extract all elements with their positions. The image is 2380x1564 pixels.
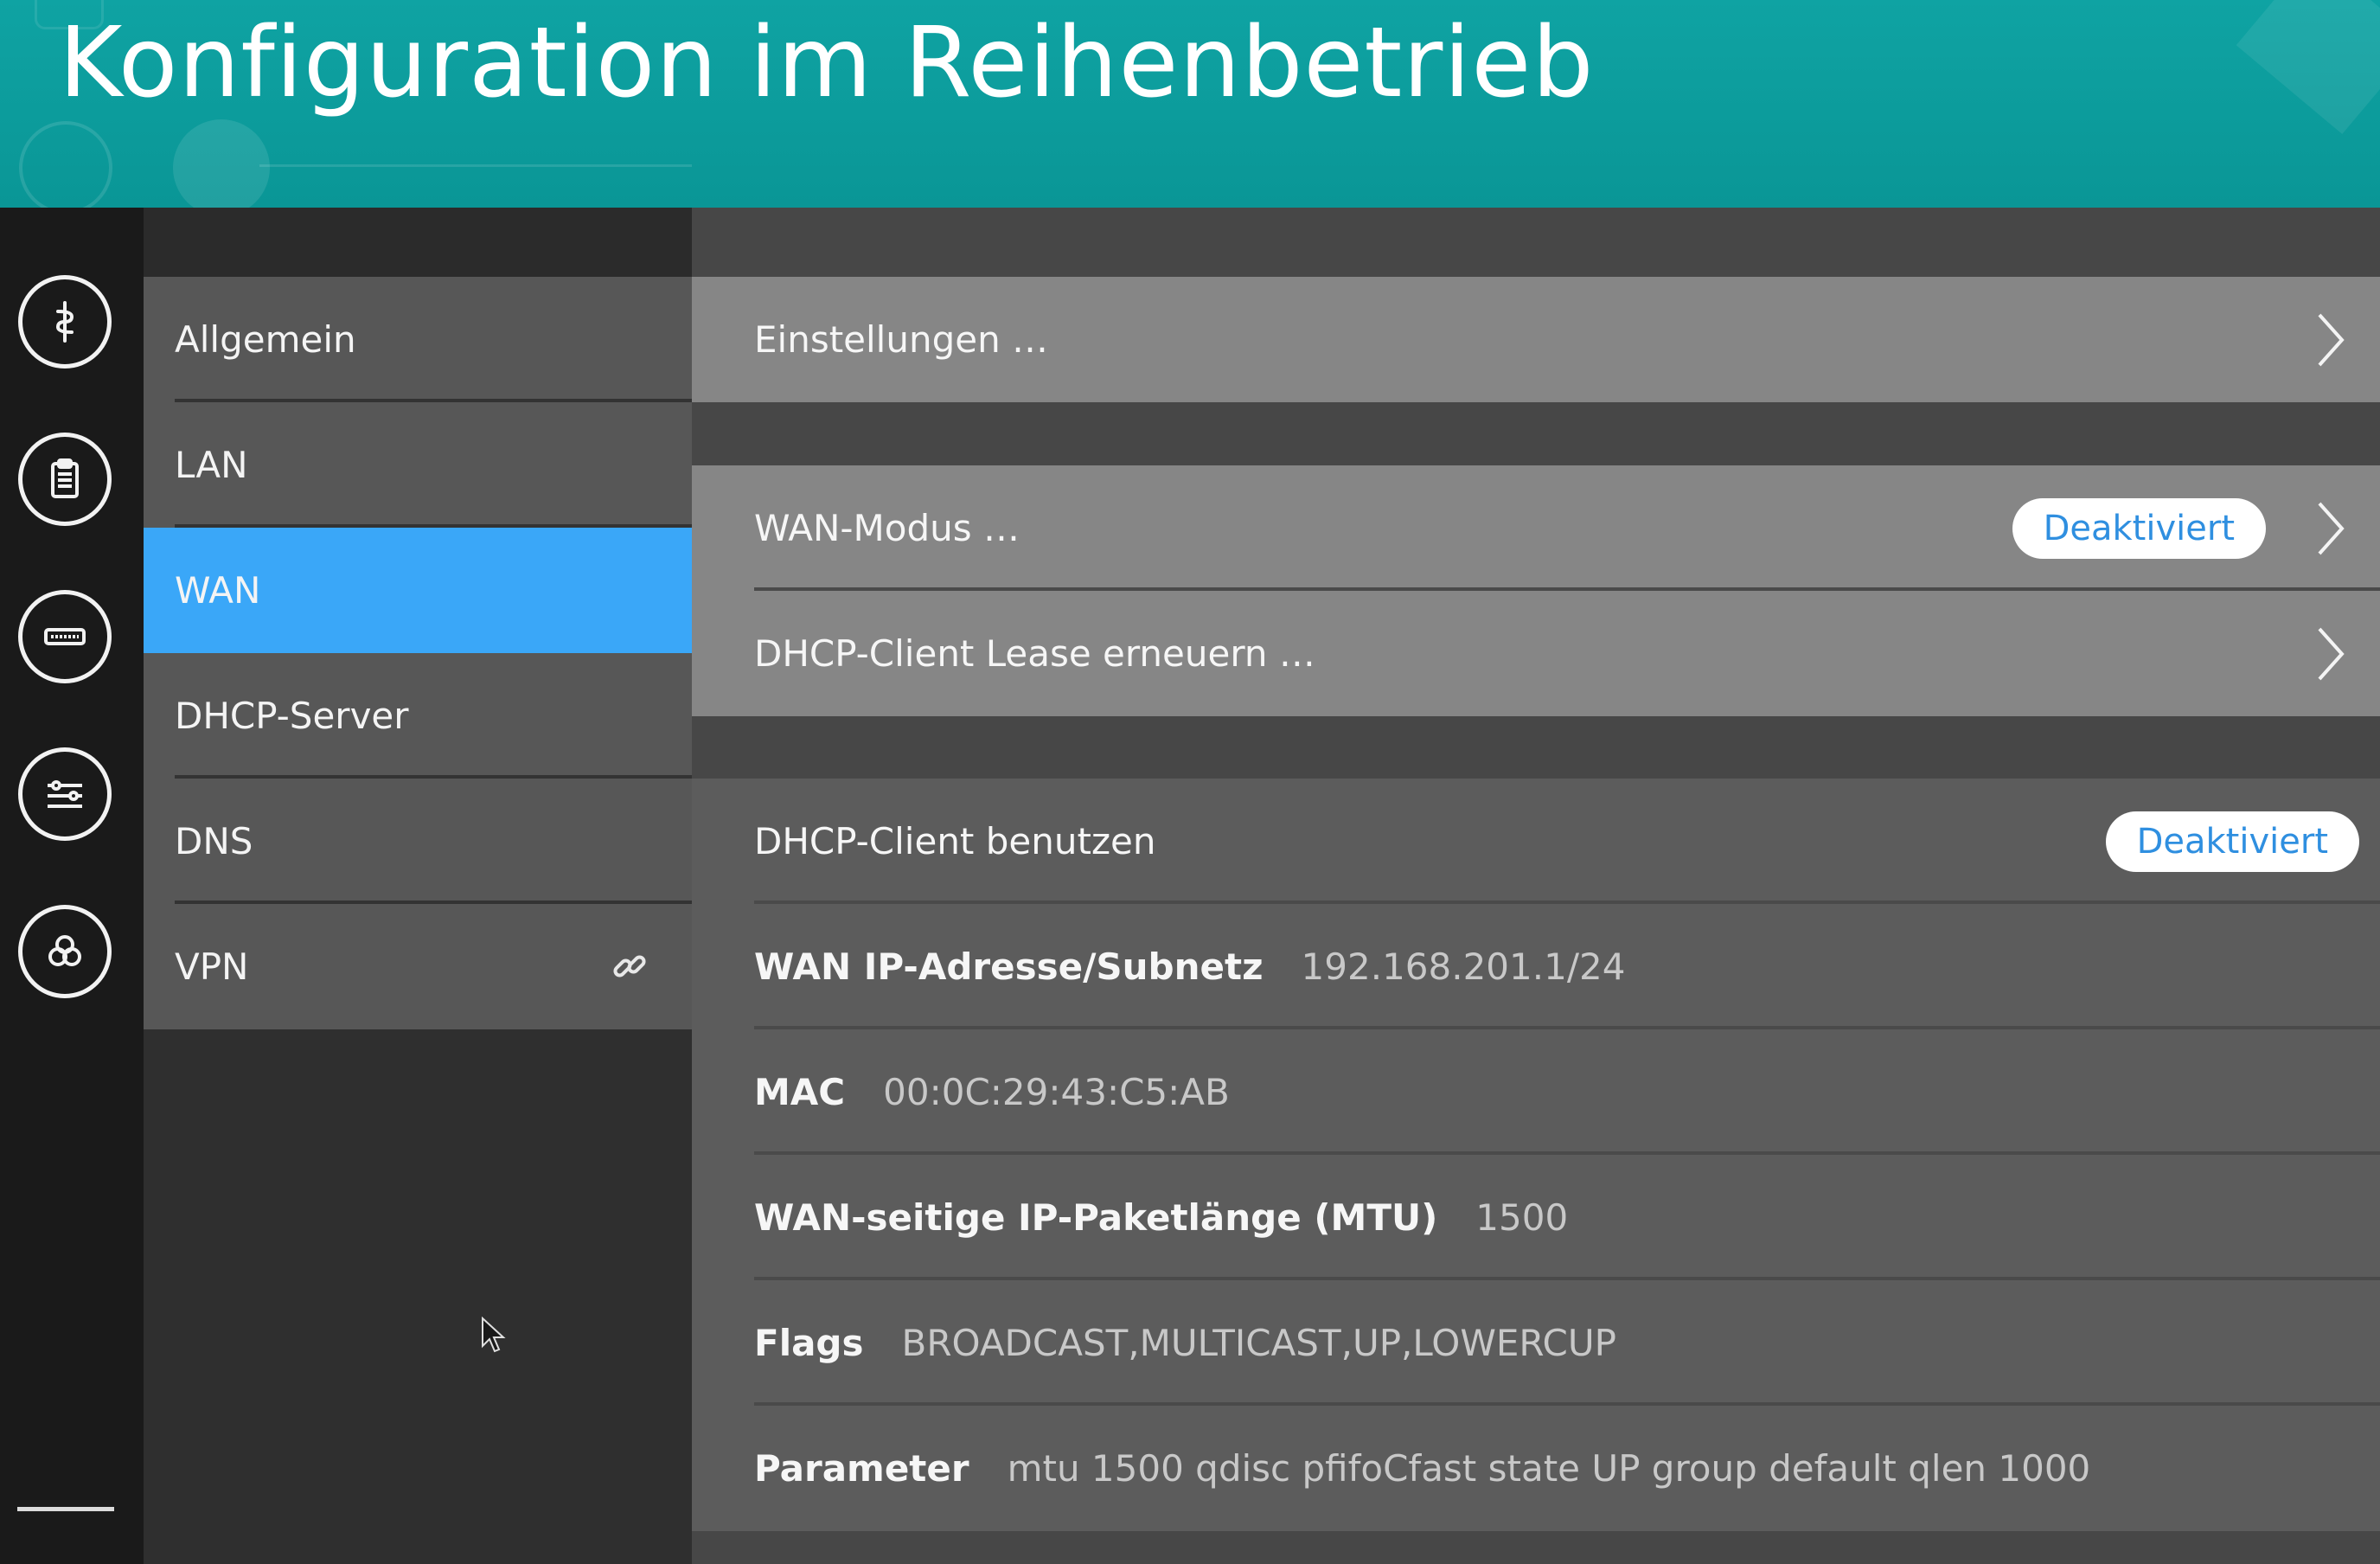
nav-item-label: Allgemein bbox=[175, 318, 356, 361]
title-banner: Konfiguration im Reihenbetrieb bbox=[0, 0, 2380, 208]
banner-title: Konfiguration im Reihenbetrieb bbox=[59, 7, 1595, 119]
nav-list: Allgemein LAN WAN DHCP-Server DNS VPN bbox=[144, 277, 692, 1029]
chevron-right-icon bbox=[2318, 313, 2345, 366]
nav-item-label: WAN bbox=[175, 569, 261, 612]
nav-item-label: DHCP-Server bbox=[175, 695, 409, 737]
nav-item-label: LAN bbox=[175, 444, 248, 486]
row-label: WAN-Modus … bbox=[754, 507, 1020, 549]
link-icon bbox=[613, 954, 646, 978]
flags-row: Flags BROADCAST,MULTICAST,UP,LOWERCUP bbox=[692, 1280, 2380, 1406]
row-value: mtu 1500 qdisc pfifoCfast state UP group… bbox=[1007, 1447, 2091, 1490]
row-label: DHCP-Client benutzen bbox=[754, 820, 1156, 862]
nav-item-allgemein[interactable]: Allgemein bbox=[144, 277, 692, 402]
mtu-row: WAN-seitige IP-Paketlänge (MTU) 1500 bbox=[692, 1155, 2380, 1280]
row-label: Flags bbox=[754, 1322, 864, 1364]
medical-staff-icon[interactable] bbox=[18, 275, 112, 369]
einstellungen-row[interactable]: Einstellungen … bbox=[692, 277, 2380, 402]
divider bbox=[259, 164, 692, 167]
dhcp-client-row: DHCP-Client benutzen Deaktiviert bbox=[692, 779, 2380, 904]
mouse-cursor-icon bbox=[482, 1317, 506, 1353]
rail-divider bbox=[17, 1507, 114, 1511]
nav-item-label: VPN bbox=[175, 945, 249, 988]
nav-item-wan[interactable]: WAN bbox=[144, 528, 692, 653]
row-label: Parameter bbox=[754, 1447, 969, 1490]
corner-decoration bbox=[2236, 0, 2380, 135]
chevron-right-icon bbox=[2318, 627, 2345, 680]
row-label: WAN IP-Adresse/Subnetz bbox=[754, 945, 1264, 988]
row-label: WAN-seitige IP-Paketlänge (MTU) bbox=[754, 1196, 1438, 1239]
mac-row: MAC 00:0C:29:43:C5:AB bbox=[692, 1029, 2380, 1155]
row-value: 192.168.201.1/24 bbox=[1301, 945, 1626, 988]
nav-header bbox=[144, 208, 692, 277]
dhcp-client-toggle[interactable]: Deaktiviert bbox=[2105, 811, 2359, 872]
row-value: 1500 bbox=[1475, 1196, 1569, 1239]
status-badge: Deaktiviert bbox=[2012, 497, 2266, 559]
nav-item-dns[interactable]: DNS bbox=[144, 779, 692, 904]
switch-device-icon[interactable] bbox=[18, 590, 112, 683]
row-label: MAC bbox=[754, 1071, 846, 1113]
chevron-right-icon bbox=[2318, 502, 2345, 554]
content-panel: Einstellungen … WAN-Modus … Deaktiviert … bbox=[692, 208, 2380, 1564]
row-label: DHCP-Client Lease erneuern … bbox=[754, 632, 1315, 675]
nav-item-dhcp-server[interactable]: DHCP-Server bbox=[144, 653, 692, 779]
row-value: 00:0C:29:43:C5:AB bbox=[883, 1071, 1230, 1113]
row-value: BROADCAST,MULTICAST,UP,LOWERCUP bbox=[901, 1322, 1616, 1364]
network-icon bbox=[19, 121, 112, 208]
nav-item-vpn[interactable]: VPN bbox=[144, 904, 692, 1029]
network-cluster-icon[interactable] bbox=[18, 905, 112, 998]
parameter-row: Parameter mtu 1500 qdisc pfifoCfast stat… bbox=[692, 1406, 2380, 1531]
wan-ip-row: WAN IP-Adresse/Subnetz 192.168.201.1/24 bbox=[692, 904, 2380, 1029]
dhcp-lease-row[interactable]: DHCP-Client Lease erneuern … bbox=[692, 591, 2380, 716]
icon-rail bbox=[0, 208, 144, 1564]
sliders-icon[interactable] bbox=[18, 747, 112, 841]
network-active-icon bbox=[173, 119, 270, 208]
clipboard-icon[interactable] bbox=[18, 433, 112, 526]
nav-item-lan[interactable]: LAN bbox=[144, 402, 692, 528]
row-label: Einstellungen … bbox=[754, 318, 1049, 361]
nav-item-label: DNS bbox=[175, 820, 253, 862]
wan-modus-row[interactable]: WAN-Modus … Deaktiviert bbox=[692, 465, 2380, 591]
